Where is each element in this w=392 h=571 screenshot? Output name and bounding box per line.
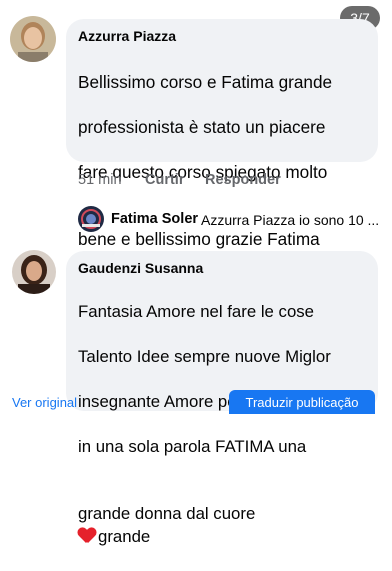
comment-author[interactable]: Gaudenzi Susanna (78, 260, 203, 276)
comment-line: Fantasia Amore nel fare le cose (78, 301, 314, 321)
comment-line: professionista è stato un piacere (78, 116, 326, 137)
comment-line-text: grande donna dal cuore (78, 504, 256, 523)
avatar-gaudenzi[interactable] (12, 250, 56, 294)
comment-line: in una sola parola FATIMA una (78, 436, 307, 456)
see-original-link[interactable]: Ver original (12, 395, 77, 410)
translate-post-button[interactable]: Traduzir publicação (229, 390, 375, 414)
like-button[interactable]: Curtir (145, 172, 184, 188)
comment-line: grande donna dal cuore grande (78, 481, 339, 549)
comment-line: Talento Idee sempre nuove Miglor (78, 346, 331, 366)
comment-line-text: bene e bellissimo grazie Fatima (78, 229, 320, 249)
red-heart-icon (78, 528, 96, 544)
comment-line: Bellissimo corso e Fatima grande (78, 71, 333, 92)
comment-author[interactable]: Azzurra Piazza (78, 28, 176, 44)
reply-preview-text[interactable]: Azzurra Piazza io sono 10 ... (201, 212, 379, 228)
comment-line-tail: grande (98, 526, 151, 546)
comment-text: Fantasia Amore nel fare le cose Talento … (78, 278, 339, 571)
comment-timestamp[interactable]: 51 min (78, 172, 122, 188)
reply-button[interactable]: Responder (205, 172, 281, 188)
avatar-azzurra[interactable] (10, 16, 56, 62)
reply-author[interactable]: Fatima Soler (111, 211, 198, 227)
avatar-fatima[interactable] (78, 206, 104, 232)
